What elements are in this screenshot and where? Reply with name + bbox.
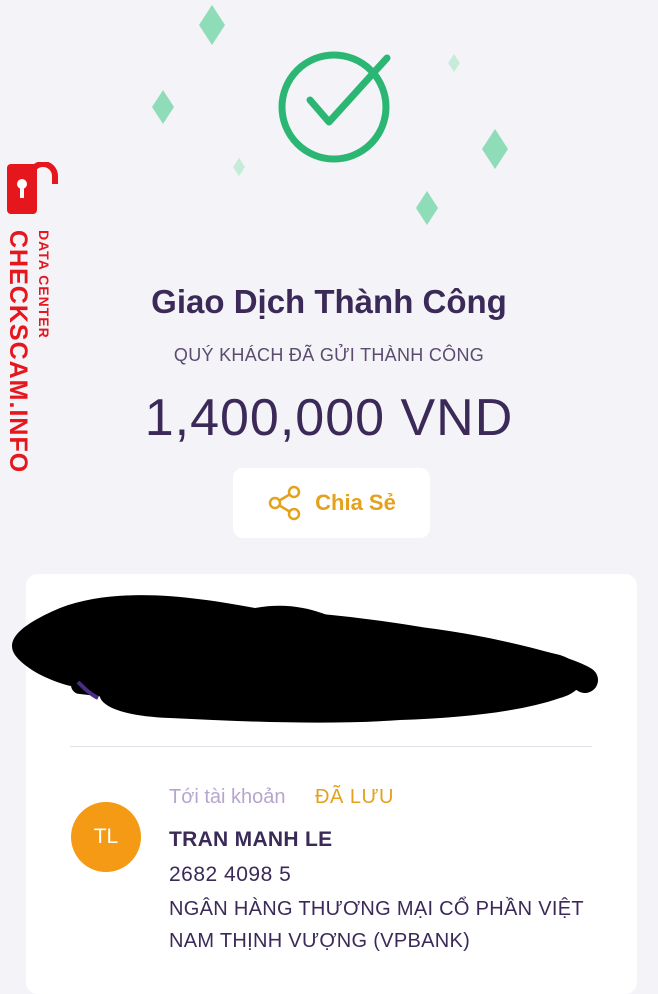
sparkle-icon xyxy=(233,157,245,177)
to-account-label: Tới tài khoản xyxy=(169,786,286,808)
saved-badge: ĐÃ LƯU xyxy=(315,786,394,808)
page-title: Giao Dịch Thành Công xyxy=(151,283,507,320)
share-icon xyxy=(268,485,301,521)
sparkle-icon xyxy=(152,90,174,124)
check-circle-icon xyxy=(278,51,391,163)
transfer-amount: 1,400,000 VND xyxy=(144,389,514,447)
sparkle-icon xyxy=(199,5,225,45)
share-label: Chia Sẻ xyxy=(315,490,396,515)
status-subtitle: QUÝ KHÁCH ĐÃ GỬI THÀNH CÔNG xyxy=(173,345,485,365)
account-number: 2682 4098 5 xyxy=(169,863,292,886)
sparkle-icon xyxy=(448,54,460,72)
bank-name-line-2: NAM THỊNH VƯỢNG (VPBANK) xyxy=(169,930,471,952)
sparkle-icon xyxy=(415,191,439,225)
lock-icon xyxy=(7,162,58,214)
divider xyxy=(70,746,592,747)
avatar: TL xyxy=(71,802,141,872)
sparkle-icon xyxy=(482,129,508,169)
share-button[interactable]: Chia Sẻ xyxy=(233,468,430,538)
recipient-card: TL Tới tài khoản ĐÃ LƯU TRAN MANH LE 268… xyxy=(26,574,637,994)
recipient-name: TRAN MANH LE xyxy=(169,828,333,851)
bank-name-line-1: NGÂN HÀNG THƯƠNG MẠI CỔ PHẦN VIỆT xyxy=(169,898,584,920)
